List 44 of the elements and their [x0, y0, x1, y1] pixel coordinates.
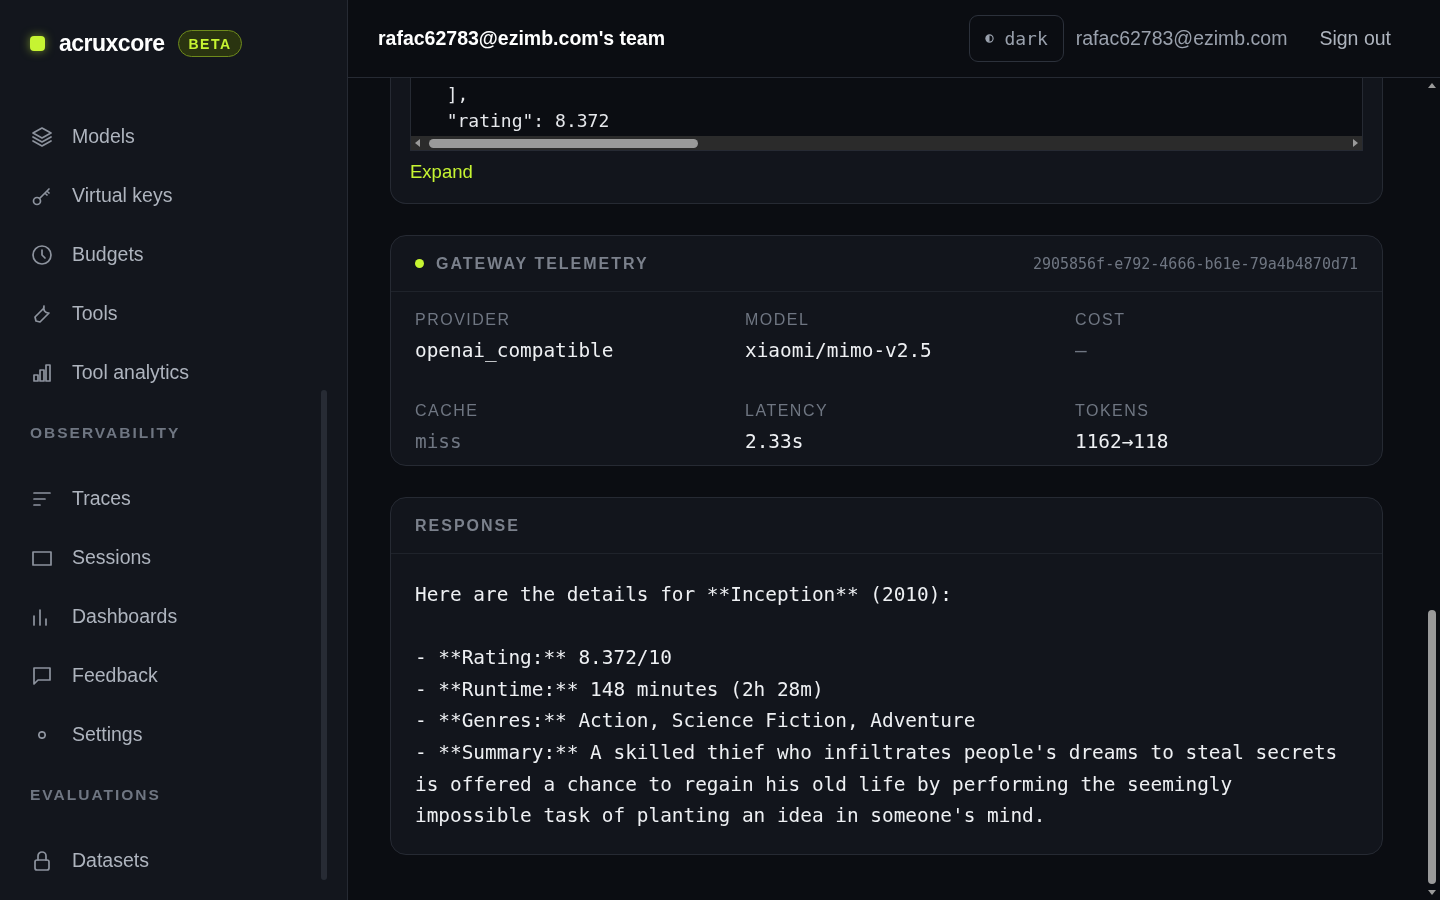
trace-id: 2905856f-e792-4666-b61e-79a4b4870d71	[1032, 254, 1358, 273]
field-value: miss	[415, 430, 463, 453]
brand-name: acruxcore	[59, 30, 165, 57]
horizontal-scrollbar[interactable]	[411, 136, 1362, 150]
beta-badge: BETA	[178, 30, 242, 57]
sign-out-link[interactable]: Sign out	[1319, 27, 1391, 50]
field-label: CACHE	[415, 402, 480, 420]
field-value: 1162→118	[1075, 430, 1170, 453]
code-line: "rating": 8.372	[445, 109, 611, 133]
field-value: —	[1075, 339, 1088, 362]
nav-item[interactable]: Settings	[30, 705, 143, 764]
nav-item[interactable]: Tool analytics	[30, 343, 190, 402]
logo-icon	[30, 36, 45, 51]
nav-item[interactable]: Dashboards	[30, 587, 178, 646]
card-title: RESPONSE	[415, 516, 520, 535]
nav-item[interactable]: Tools	[30, 284, 118, 343]
user-email: rafac62783@ezimb.com	[1075, 27, 1288, 50]
field-label: MODEL	[745, 311, 811, 329]
field-label: LATENCY	[745, 402, 830, 420]
nav-item[interactable]: Datasets	[30, 831, 149, 890]
field-value: openai_compatible	[415, 339, 615, 362]
nav-item[interactable]: Virtual keys	[30, 166, 173, 225]
nav-item[interactable]: Models	[30, 107, 135, 166]
nav-item[interactable]: Traces	[30, 469, 131, 528]
field-value: xiaomi/mimo-v2.5	[745, 339, 933, 362]
expand-link[interactable]: Expand	[410, 161, 473, 183]
field-label: COST	[1075, 311, 1127, 329]
field-label: TOKENS	[1075, 402, 1151, 420]
nav-item[interactable]: Budgets	[30, 225, 144, 284]
nav-item[interactable]: Feedback	[30, 646, 158, 705]
clock-icon	[30, 242, 54, 267]
half-circle-icon	[985, 34, 995, 43]
code-line: ],	[445, 83, 470, 107]
layers-icon	[30, 124, 54, 149]
field-value: 2.33s	[745, 430, 805, 453]
section-heading: OBSERVABILITY	[30, 424, 181, 443]
field-label: PROVIDER	[415, 311, 512, 329]
status-dot	[415, 259, 424, 268]
response-text: Here are the details for **Inception** (2010): - **Rating:** 8.372/10 - **Runtime:** 148 minutes (2h 28m) - **Genres:** Action, Science Fiction, Adventure - **Summary:** A skilled thief who infiltrates people's dreams to steal secrets is offered a chance to regain his old life by performing the seemingly impossible task of planting an idea in someone's mind.	[414, 582, 1339, 830]
section-heading: EVALUATIONS	[30, 786, 161, 805]
nav-item[interactable]: Sessions	[30, 528, 152, 587]
card-title: GATEWAY TELEMETRY	[436, 254, 649, 273]
theme-toggle[interactable]: dark	[969, 15, 1064, 62]
team-name: rafac62783@ezimb.com's team	[378, 27, 666, 50]
